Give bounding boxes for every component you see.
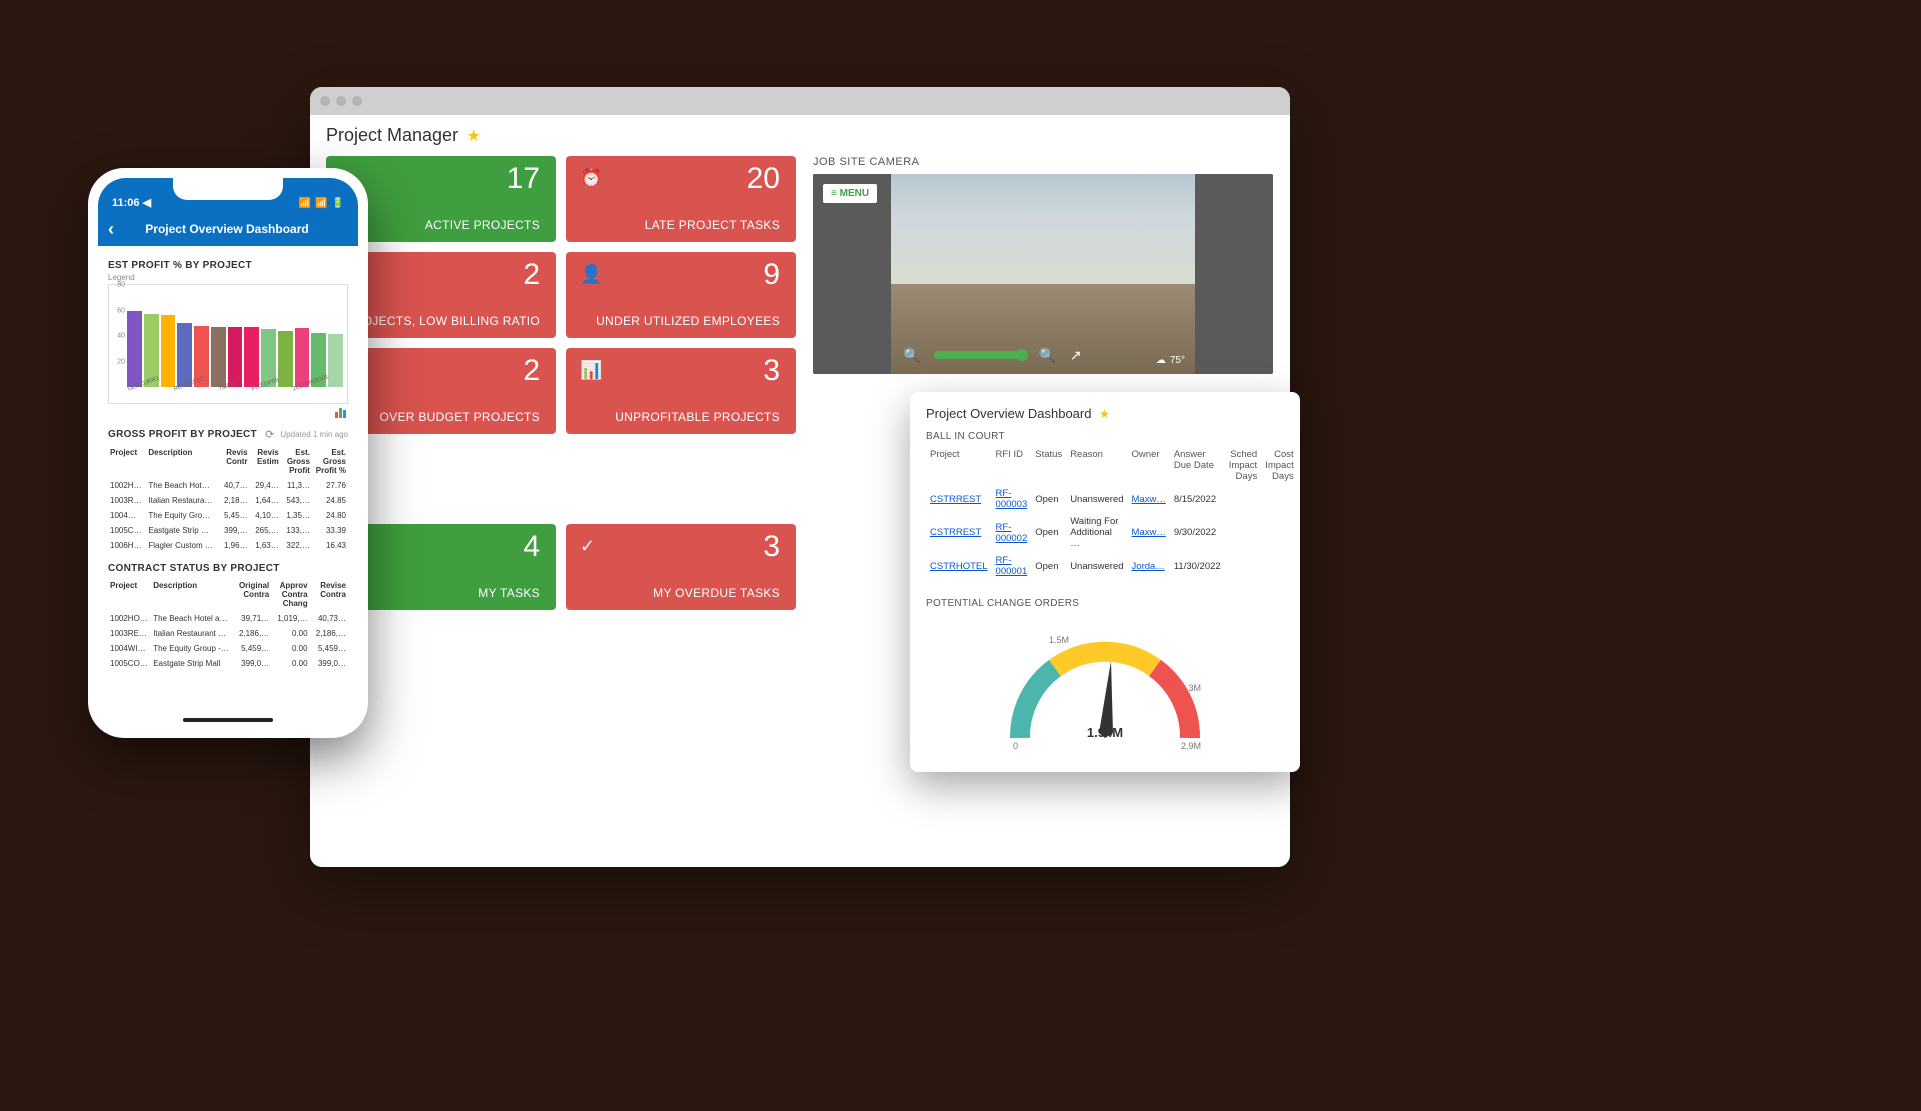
chart-bar[interactable] [161,315,176,387]
kpi-tiles: 17 ACTIVE PROJECTS ⏰ 20 LATE PROJECT TASK… [326,156,801,610]
tile-value: 2 [523,354,540,388]
overview-card: Project Overview Dashboard ★ BALL IN COU… [910,392,1300,772]
job-site-camera[interactable]: ≡ MENU 🔍 🔍 ↗ ☁ 75° [813,174,1273,374]
table-row[interactable]: CSTRREST RF-000002 OpenWaiting For Addit… [926,513,1298,552]
wifi-icon: 📶 [315,198,327,209]
tile-icon: ✓ [580,536,595,557]
ball-in-court-table: ProjectRFI IDStatusReasonOwnerAnswer Due… [926,446,1298,580]
table-row[interactable]: 1004WI…The Equity Group -…5,459…0.005,45… [108,641,348,656]
ball-in-court-header: BALL IN COURT [926,431,1284,442]
kpi-tile[interactable]: 👤 9 UNDER UTILIZED EMPLOYEES [566,252,796,338]
gross-profit-table: ProjectDescriptionRevis ContrRevis Estim… [108,445,348,553]
camera-temp: ☁ 75° [1156,355,1185,366]
kpi-tile[interactable]: ⏰ 20 LATE PROJECT TASKS [566,156,796,242]
home-indicator[interactable] [183,718,273,722]
gauge-value: 1.94M [995,725,1215,740]
zoom-out-icon[interactable]: 🔍 [903,347,920,364]
chart-bar[interactable] [177,323,192,387]
phone-mockup: 11:06 ◀ 📶 📶 🔋 ‹ Project Overview Dashboa… [88,168,368,738]
chart-bar[interactable] [127,311,142,387]
cloud-icon: ☁ [1156,355,1166,366]
table-row[interactable]: 1003RE…Italian Restaurant …2,186,…0.002,… [108,626,348,641]
project-link[interactable]: CSTRHOTEL [930,561,988,572]
tile-value: 17 [507,162,540,196]
table-row[interactable]: CSTRREST RF-000003 OpenUnanswered Maxw… … [926,485,1298,513]
tile-value: 4 [523,530,540,564]
chart-bar[interactable] [278,331,293,387]
traffic-dot[interactable] [352,96,362,106]
chart-bar[interactable] [328,334,343,387]
chart-bar[interactable] [228,327,243,387]
tile-icon: 📊 [580,360,602,381]
table-row[interactable]: 1006H…Flagler Custom …1,96…1,63…322,…16.… [108,538,348,553]
owner-link[interactable]: Maxw… [1132,494,1166,505]
section-gross-profit: GROSS PROFIT BY PROJECT [108,429,259,440]
kpi-tile[interactable]: ✓ 3 MY OVERDUE TASKS [566,524,796,610]
overview-title: Project Overview Dashboard ★ [926,406,1284,421]
rfi-link[interactable]: RF-000002 [996,522,1028,544]
phone-navbar: ‹ Project Overview Dashboard [98,212,358,246]
refresh-icon[interactable]: ⟳ [265,428,274,441]
rfi-link[interactable]: RF-000003 [996,488,1028,510]
star-icon[interactable]: ★ [1099,407,1110,421]
section-contract-status: CONTRACT STATUS BY PROJECT [108,563,348,574]
tile-label: PROJECTS, LOW BILLING RATIO [345,314,540,328]
star-icon[interactable]: ★ [467,128,481,145]
tile-value: 3 [763,530,780,564]
camera-menu-button[interactable]: ≡ MENU [823,184,877,203]
tile-value: 2 [523,258,540,292]
table-row[interactable]: 1003R…Italian Restaura…2,18…1,64…543,…24… [108,493,348,508]
pco-header: POTENTIAL CHANGE ORDERS [926,598,1284,609]
chart-bar[interactable] [211,327,226,387]
legend-label: Legend [108,273,348,282]
project-link[interactable]: CSTRREST [930,527,981,538]
table-row[interactable]: 1004…The Equity Gro…5,45…4,10…1,35…24.80 [108,508,348,523]
tile-label: MY OVERDUE TASKS [653,586,780,600]
table-row[interactable]: 1002H…The Beach Hot…40,7…29,4…11,3…27.76 [108,478,348,493]
rfi-link[interactable]: RF-000001 [996,555,1028,577]
chart-bar[interactable] [244,327,259,387]
browser-titlebar [310,87,1290,115]
camera-header: JOB SITE CAMERA [813,156,1274,168]
tile-value: 9 [763,258,780,292]
tile-label: ACTIVE PROJECTS [425,218,540,232]
status-time: 11:06 ◀ [112,196,151,209]
tile-label: OVER BUDGET PROJECTS [380,410,540,424]
tile-label: MY TASKS [478,586,540,600]
tile-icon: ⏰ [580,168,602,189]
kpi-tile[interactable]: 📊 3 UNPROFITABLE PROJECTS [566,348,796,434]
tile-label: UNPROFITABLE PROJECTS [615,410,780,424]
project-link[interactable]: CSTRREST [930,494,981,505]
table-row[interactable]: 1005C…Eastgate Strip …399,…265,…133,…33.… [108,523,348,538]
zoom-in-icon[interactable]: 🔍 [1038,347,1055,364]
owner-link[interactable]: Jorda… [1132,561,1165,572]
zoom-slider[interactable] [934,351,1024,359]
chart-type-icon[interactable] [334,406,348,418]
back-icon[interactable]: ‹ [108,219,114,240]
nav-title: Project Overview Dashboard [124,222,330,236]
signal-icon: 📶 [299,198,311,209]
table-row[interactable]: 1005CO…Eastgate Strip Mall399,0…0.00399,… [108,656,348,671]
updated-label: Updated 1 min ago [280,430,348,439]
tile-icon: 👤 [580,264,602,285]
traffic-dot[interactable] [320,96,330,106]
table-row[interactable]: CSTRHOTEL RF-000001 OpenUnanswered Jorda… [926,552,1298,580]
est-profit-chart[interactable]: 80604020 ULTICURR1REVREC02TMR03FIXEDP062… [108,284,348,404]
traffic-dot[interactable] [336,96,346,106]
tile-label: UNDER UTILIZED EMPLOYEES [596,314,780,328]
table-row[interactable]: 1002HO…The Beach Hotel a…39,71…1,019,…40… [108,611,348,626]
tile-value: 20 [747,162,780,196]
tile-label: LATE PROJECT TASKS [645,218,780,232]
chart-bar[interactable] [295,328,310,387]
tile-value: 3 [763,354,780,388]
pco-gauge: 1.94M 0 1.5M 3M 2.9M [995,623,1215,763]
owner-link[interactable]: Maxw… [1132,527,1166,538]
contract-status-table: ProjectDescriptionOriginal ContraApprov … [108,578,348,671]
page-title: Project Manager ★ [326,125,1274,146]
battery-icon: 🔋 [332,198,344,209]
section-est-profit: EST PROFIT % BY PROJECT [108,260,348,271]
share-icon[interactable]: ↗ [1070,347,1082,364]
